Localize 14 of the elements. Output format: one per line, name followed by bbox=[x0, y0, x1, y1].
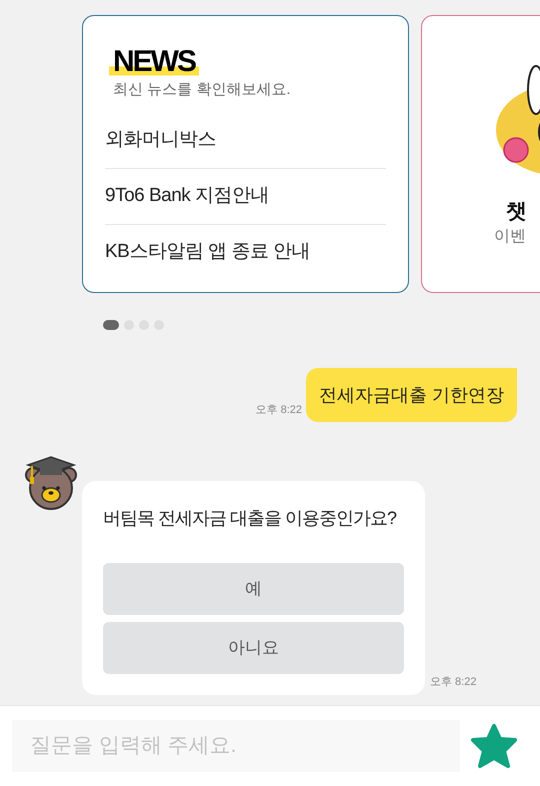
news-link[interactable]: 9To6 Bank 지점안내 bbox=[105, 168, 386, 224]
news-subtitle: 최신 뉴스를 확인해보세요. bbox=[112, 80, 292, 100]
answer-option-button[interactable]: 예 bbox=[103, 563, 404, 615]
answer-option-button[interactable]: 아니요 bbox=[103, 622, 404, 674]
event-title: 챗 bbox=[506, 199, 527, 225]
message-time: 오후 8:22 bbox=[430, 675, 476, 689]
bot-message-text: 버팀목 전세자금 대출을 이용중인가요? bbox=[103, 507, 398, 530]
message-time: 오후 8:22 bbox=[256, 403, 302, 417]
news-link[interactable]: 외화머니박스 bbox=[105, 112, 386, 168]
news-link[interactable]: KB스타알림 앱 종료 안내 bbox=[105, 224, 386, 280]
bear-avatar-icon bbox=[24, 455, 78, 511]
star-icon[interactable] bbox=[470, 723, 518, 769]
user-message-bubble: 전세자금대출 기한연장 bbox=[306, 368, 517, 422]
event-subtitle: 이벤 bbox=[494, 227, 526, 247]
